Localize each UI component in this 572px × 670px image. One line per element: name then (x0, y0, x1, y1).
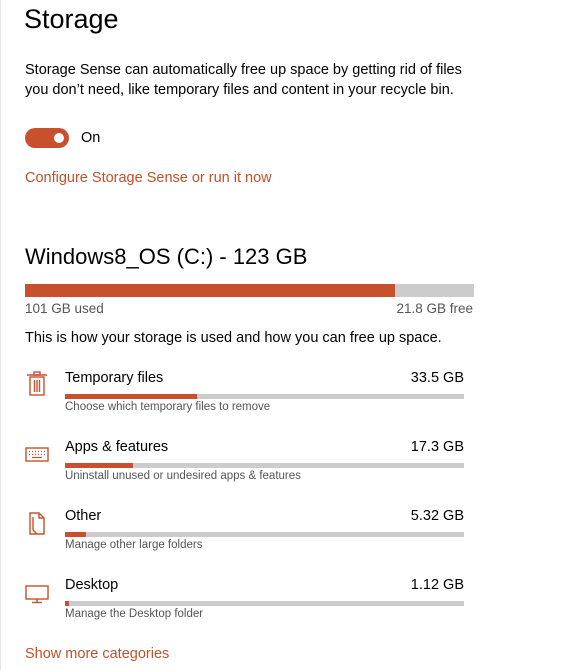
category-description: Manage other large folders (65, 539, 203, 551)
drive-used-label: 101 GB used (25, 301, 104, 316)
keyboard-icon (25, 439, 49, 467)
category-usage-fill (65, 532, 87, 537)
monitor-icon (25, 577, 49, 605)
document-icon (25, 508, 49, 536)
drive-title: Windows8_OS (C:) - 123 GB (25, 244, 308, 269)
configure-storage-sense-link[interactable]: Configure Storage Sense or run it now (25, 170, 272, 186)
toggle-state-label: On (81, 130, 101, 146)
category-usage-bar (65, 463, 464, 468)
category-size: 5.32 GB (410, 508, 464, 524)
drive-usage-fill (25, 284, 395, 297)
category-size: 17.3 GB (410, 439, 464, 455)
category-temporary-files[interactable]: Temporary files 33.5 GB Choose which tem… (25, 370, 465, 426)
category-description: Manage the Desktop folder (65, 608, 204, 620)
category-usage-fill (65, 463, 134, 468)
category-name: Other (65, 508, 102, 524)
trash-icon (25, 370, 49, 398)
category-usage-fill (65, 394, 198, 399)
category-description: Choose which temporary files to remove (65, 401, 271, 413)
category-usage-bar (65, 532, 464, 537)
storage-sense-description: Storage Sense can automatically free up … (25, 62, 462, 98)
toggle-knob (54, 133, 64, 143)
category-usage-bar (65, 394, 464, 399)
category-name: Temporary files (65, 370, 164, 386)
category-usage-bar (65, 601, 464, 606)
drive-usage-bar (25, 284, 474, 297)
usage-intro: This is how your storage is used and how… (25, 330, 442, 346)
category-size: 33.5 GB (410, 370, 464, 386)
storage-settings-page: Storage Storage Sense can automatically … (0, 0, 572, 670)
category-other[interactable]: Other 5.32 GB Manage other large folders (25, 508, 465, 564)
category-usage-fill (65, 601, 70, 606)
category-name: Apps & features (65, 439, 169, 455)
show-more-categories-link[interactable]: Show more categories (25, 646, 169, 662)
category-name: Desktop (65, 577, 119, 593)
storage-sense-toggle[interactable] (25, 128, 69, 148)
category-apps-features[interactable]: Apps & features 17.3 GB Uninstall unused… (25, 439, 465, 495)
storage-sense-toggle-row: On (25, 128, 100, 148)
category-desktop[interactable]: Desktop 1.12 GB Manage the Desktop folde… (25, 577, 465, 633)
category-description: Uninstall unused or undesired apps & fea… (65, 470, 301, 482)
page-title: Storage (24, 4, 119, 34)
drive-free-label: 21.8 GB free (396, 301, 473, 316)
category-size: 1.12 GB (410, 577, 464, 593)
